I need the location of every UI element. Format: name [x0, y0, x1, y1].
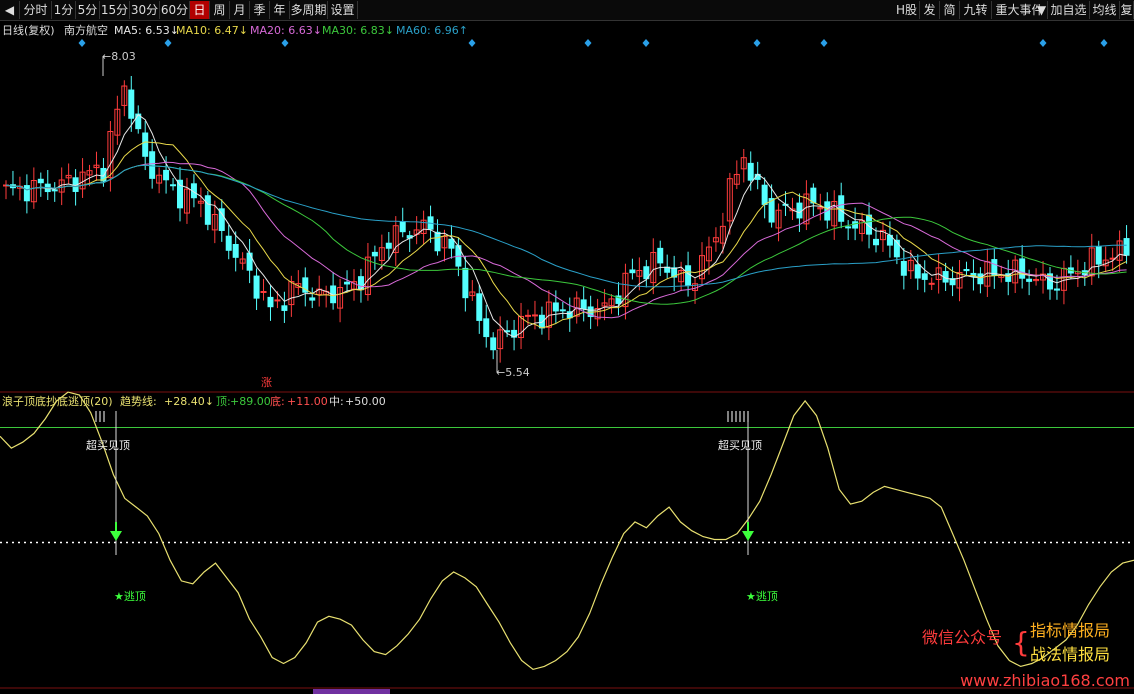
- candle-body: [963, 268, 970, 272]
- candle-body: [232, 244, 239, 258]
- candle-body: [914, 264, 921, 279]
- candle-body: [267, 296, 274, 308]
- candle-body: [309, 297, 316, 301]
- event-diamond-icon: [820, 39, 828, 47]
- candle-body: [559, 309, 566, 312]
- legend-ma-4: MA60: 6.96↑: [396, 24, 468, 37]
- candle-body: [448, 238, 455, 249]
- legend-period: 日线(复权): [2, 23, 55, 37]
- down-arrow-icon: [110, 531, 122, 541]
- event-diamond-icon: [1100, 39, 1108, 47]
- legend-ma-3: MA30: 6.83↓: [322, 24, 394, 37]
- candle-body: [629, 269, 636, 274]
- candle-body: [1053, 288, 1060, 291]
- event-diamond-icon: [1039, 39, 1047, 47]
- mid-value: +50.00: [345, 395, 386, 408]
- escape-label-0: ★逃顶: [114, 590, 146, 603]
- overbought-label-1: 超买见顶: [718, 438, 762, 452]
- candle-body: [525, 314, 531, 317]
- candle-body: [434, 231, 441, 252]
- high-price-label: ←8.03: [102, 50, 136, 63]
- candle-body: [580, 299, 587, 310]
- candle-body: [274, 299, 281, 302]
- candle-body: [490, 337, 497, 351]
- candle-body: [37, 178, 44, 184]
- candle-body: [149, 151, 156, 179]
- overbought-label-0: 超买见顶: [86, 438, 130, 452]
- candle-body: [761, 184, 768, 205]
- trend-value: +28.40↓: [164, 395, 214, 408]
- event-diamond-icon: [642, 39, 650, 47]
- candle-body: [344, 281, 351, 285]
- candle-body: [552, 302, 559, 312]
- candle-body: [357, 276, 364, 291]
- candle-body: [483, 318, 490, 338]
- candle-body: [900, 260, 907, 276]
- ma-line-60: [5, 164, 1127, 288]
- bottom-label: 底:: [270, 394, 285, 408]
- candle-body: [260, 290, 267, 293]
- watermark-brace: {: [1012, 626, 1030, 659]
- legend-stock: 南方航空: [64, 23, 108, 37]
- kline-chart[interactable]: 日线(复权) 南方航空 MA5: 6.53↓MA10: 6.47↓ MA20: 6.6…: [0, 0, 1134, 694]
- legend-ma-0: MA5: 6.53↓: [114, 24, 179, 37]
- candle-body: [685, 265, 692, 287]
- candle-body: [1123, 238, 1130, 256]
- candle-body: [845, 226, 852, 229]
- candle-body: [246, 252, 253, 271]
- candle-body: [538, 314, 545, 329]
- candle-body: [177, 179, 183, 209]
- down-arrow-icon: [742, 531, 754, 541]
- event-diamond-icon: [468, 39, 476, 47]
- top-value: +89.00: [230, 395, 271, 408]
- candle-body: [281, 305, 288, 311]
- candle-body: [921, 273, 928, 280]
- legend-ma-2: MA20: 6.63↓: [250, 24, 322, 37]
- candle-body: [873, 238, 879, 246]
- watermark-url: www.zhibiao168.com: [960, 671, 1130, 690]
- candle-body: [462, 267, 469, 299]
- candle-body: [531, 314, 538, 317]
- candle-body: [1095, 245, 1102, 265]
- candle-body: [747, 162, 754, 181]
- mid-label: 中:: [329, 395, 344, 408]
- event-diamond-icon: [753, 39, 761, 47]
- candle-body: [142, 132, 149, 157]
- candle-body: [128, 89, 135, 119]
- watermark-line1: 指标情报局: [1030, 621, 1110, 640]
- zhang-tag: 涨: [261, 376, 272, 389]
- legend-ma-1: MA10: 6.47↓: [176, 24, 248, 37]
- candle-body: [385, 242, 392, 249]
- axis-highlight: [313, 689, 390, 694]
- event-diamond-icon: [584, 39, 592, 47]
- trend-label: 趋势线:: [120, 394, 157, 408]
- candle-body: [399, 221, 406, 233]
- event-diamond-icon: [281, 39, 289, 47]
- candle-body: [163, 169, 170, 181]
- candle-body: [170, 184, 177, 187]
- watermark-wechat: 微信公众号: [922, 628, 1002, 647]
- candle-body: [23, 185, 30, 202]
- candle-body: [852, 221, 859, 229]
- candle-body: [225, 235, 232, 251]
- low-price-label: ←5.54: [496, 366, 530, 379]
- candle-body: [476, 293, 483, 321]
- bottom-value: +11.00: [287, 395, 328, 408]
- watermark-line2: 战法情报局: [1030, 645, 1110, 664]
- candle-body: [657, 247, 664, 264]
- candle-body: [977, 273, 984, 285]
- escape-label-1: ★逃顶: [746, 590, 778, 603]
- candle-body: [204, 195, 211, 225]
- event-diamond-icon: [78, 39, 86, 47]
- candle-body: [371, 251, 378, 257]
- top-label: 顶:: [216, 395, 231, 408]
- candle-body: [1019, 258, 1026, 279]
- candle-body: [51, 189, 58, 192]
- candle-body: [928, 282, 935, 285]
- candle-body: [253, 275, 260, 299]
- candle-body: [1026, 278, 1033, 282]
- candle-body: [796, 202, 803, 219]
- event-diamond-icon: [164, 39, 172, 47]
